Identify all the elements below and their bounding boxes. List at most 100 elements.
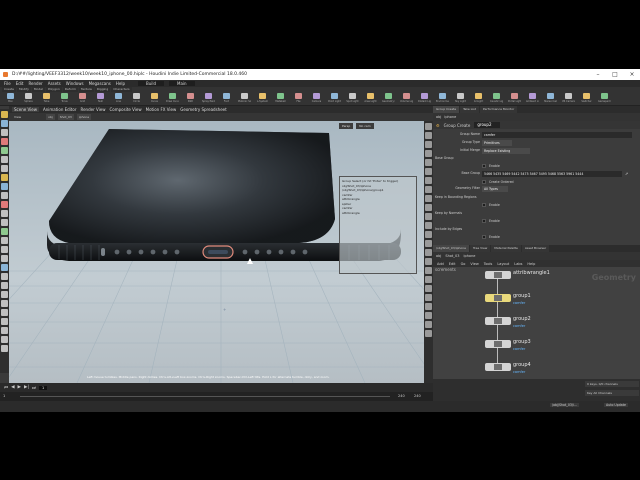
shelf-tool[interactable]: Camera <box>310 93 323 105</box>
keys-channels-select[interactable]: 0 keys, 0/0 channels <box>585 381 639 387</box>
menu-help[interactable]: Help <box>116 81 125 86</box>
display-option-icon[interactable] <box>425 213 432 220</box>
shelf-tool[interactable]: Font <box>220 93 233 105</box>
display-option-icon[interactable] <box>425 141 432 148</box>
path-obj[interactable]: obj <box>46 114 55 120</box>
display-option-icon[interactable] <box>425 231 432 238</box>
menu-assets[interactable]: Assets <box>48 81 61 86</box>
viewport-tool-icon[interactable] <box>1 264 8 271</box>
tab-motion-fx-view[interactable]: Motion FX View <box>146 107 177 112</box>
viewport-tool-icon[interactable] <box>1 318 8 325</box>
shelf-tool[interactable]: Platonic Solids <box>238 93 251 105</box>
timeline[interactable]: 1 240 240 <box>0 392 433 401</box>
node-name-field[interactable]: group2 <box>474 122 501 128</box>
display-option-icon[interactable] <box>425 132 432 139</box>
shelf-tool[interactable]: Box <box>4 93 17 105</box>
shelf-tool[interactable]: Path <box>184 93 197 105</box>
viewport-tool-icon[interactable] <box>1 147 8 154</box>
menu-render[interactable]: Render <box>28 81 42 86</box>
path-obj[interactable]: obj <box>436 254 441 258</box>
group-name-field[interactable]: camfer <box>482 132 632 138</box>
viewport-tool-icon[interactable] <box>1 336 8 343</box>
display-option-icon[interactable] <box>425 222 432 229</box>
shelf-tool[interactable]: Sphere <box>22 93 35 105</box>
display-option-icon[interactable] <box>425 258 432 265</box>
display-option-icon[interactable] <box>425 249 432 256</box>
global-end-frame[interactable]: 240 <box>414 394 421 398</box>
net-menu-add[interactable]: Add <box>437 262 444 266</box>
gear-icon[interactable]: ⚙ <box>436 123 440 128</box>
display-option-icon[interactable] <box>425 330 432 337</box>
tab-tree-view[interactable]: Tree View <box>469 245 491 252</box>
shelf-tool[interactable]: Volume Light <box>400 93 413 105</box>
shelf-tool[interactable]: Metaball <box>274 93 287 105</box>
display-option-icon[interactable] <box>425 312 432 319</box>
shelf-tab[interactable]: Model <box>31 87 45 92</box>
network-node[interactable] <box>485 294 511 302</box>
enable-checkbox[interactable] <box>482 164 486 168</box>
shelf-tool[interactable]: Point Light <box>328 93 341 105</box>
display-option-icon[interactable] <box>425 276 432 283</box>
shelf-tool[interactable]: Circle <box>130 93 143 105</box>
viewport-tool-icon[interactable] <box>1 309 8 316</box>
display-option-icon[interactable] <box>425 321 432 328</box>
shelf-tab[interactable]: Characters <box>111 87 132 92</box>
viewport-tool-icon[interactable] <box>1 282 8 289</box>
path-iphone[interactable]: iphone <box>464 254 476 258</box>
viewport-tool-icon[interactable] <box>1 210 8 217</box>
shelf-tool[interactable]: Ambient Light <box>526 93 539 105</box>
arrow-select-icon[interactable]: ➚ <box>625 171 628 176</box>
viewport-tool-icon[interactable] <box>1 228 8 235</box>
keep-normals-section[interactable]: Keep by Normals <box>435 211 462 215</box>
network-node[interactable] <box>485 271 511 279</box>
menu-windows[interactable]: Windows <box>66 81 84 86</box>
shelf-tool[interactable]: L-System <box>256 93 269 105</box>
net-menu-help[interactable]: Help <box>527 262 535 266</box>
viewport-tool-icon[interactable] <box>1 174 8 181</box>
net-menu-tools[interactable]: Tools <box>484 262 493 266</box>
camera-menu[interactable]: No cam <box>356 123 374 129</box>
shelf-tool[interactable]: GI Light <box>472 93 485 105</box>
viewport-tool-icon[interactable] <box>1 255 8 262</box>
tab-animation-editor[interactable]: Animation Editor <box>43 107 77 112</box>
edges-enable-checkbox[interactable] <box>482 235 486 239</box>
display-option-icon[interactable] <box>425 240 432 247</box>
jump-start-icon[interactable]: ⏮ <box>4 385 8 391</box>
keep-bounding-section[interactable]: Keep in Bounding Regions <box>435 195 477 199</box>
display-option-icon[interactable] <box>425 285 432 292</box>
display-option-icon[interactable] <box>425 159 432 166</box>
shelf-tool[interactable]: Null <box>94 93 107 105</box>
shelf-tab[interactable]: Texture <box>78 87 94 92</box>
display-option-icon[interactable] <box>425 177 432 184</box>
shelf-tool[interactable]: Tube <box>40 93 53 105</box>
menu-megascans[interactable]: Megascans <box>89 81 111 86</box>
shelf-tab[interactable]: Polygon <box>45 87 62 92</box>
desktop-main-select[interactable]: Main <box>169 81 195 86</box>
create-ordered-checkbox[interactable] <box>482 180 486 184</box>
current-frame-field[interactable]: 1 <box>39 385 48 390</box>
shelf-tool[interactable]: Spray Paint <box>202 93 215 105</box>
minimize-icon[interactable]: – <box>590 69 606 80</box>
base-group-section[interactable]: Base Group <box>435 156 453 160</box>
shelf-tool[interactable]: Switcher <box>580 93 593 105</box>
network-editor[interactable]: screments Geometry attribwrangle1 group1 c… <box>433 267 640 379</box>
tab-composite-view[interactable]: Composite View <box>110 107 142 112</box>
jump-end-icon[interactable]: ⏭ <box>32 385 36 391</box>
display-option-icon[interactable] <box>425 186 432 193</box>
net-menu-layout[interactable]: Layout <box>497 262 509 266</box>
path-obj[interactable]: obj <box>436 115 441 119</box>
network-node[interactable] <box>485 340 511 348</box>
normals-enable-checkbox[interactable] <box>482 219 486 223</box>
shelf-tool[interactable]: Sky Light <box>454 93 467 105</box>
viewport-tool-icon[interactable] <box>1 120 8 127</box>
menu-file[interactable]: File <box>4 81 11 86</box>
viewport-tool-icon[interactable] <box>1 111 8 118</box>
net-menu-go[interactable]: Go <box>461 262 466 266</box>
include-edges-section[interactable]: Include by Edges <box>435 227 462 231</box>
shelf-tool[interactable]: File <box>292 93 305 105</box>
tab-asset-browser[interactable]: Asset Browser <box>521 245 550 252</box>
viewport-tool-icon[interactable] <box>1 192 8 199</box>
display-option-icon[interactable] <box>425 168 432 175</box>
tab-render-view[interactable]: Render View <box>80 107 105 112</box>
shelf-tool[interactable]: Caustic Light <box>490 93 503 105</box>
